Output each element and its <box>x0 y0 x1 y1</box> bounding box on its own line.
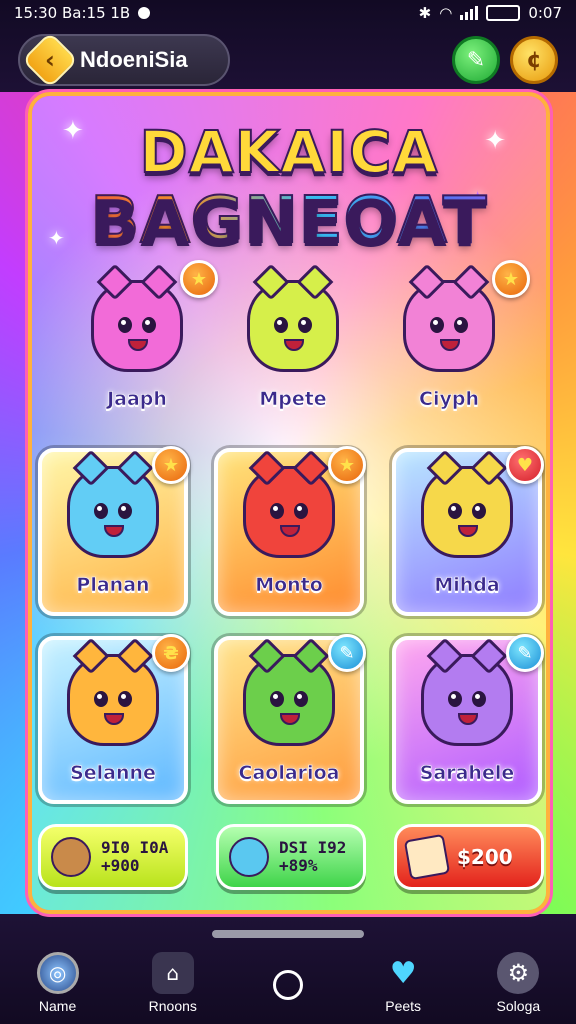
creature-name: Mihda <box>434 574 500 597</box>
creature-card[interactable]: Sarahele ✎ <box>392 634 544 804</box>
signal-icon <box>460 6 479 20</box>
creature-name: Selanne <box>70 762 156 785</box>
reward-line2: +89% <box>279 856 318 875</box>
creature-name: Planan <box>76 574 150 597</box>
creature-name: Ciyph <box>419 388 480 411</box>
reward-button[interactable]: DSI I92 +89% <box>216 824 366 890</box>
nav-item-settings[interactable]: ⚙ Sologa <box>470 952 566 1014</box>
creature-card[interactable]: Caolarioa ✎ <box>214 634 366 804</box>
pet-avatar-icon <box>229 837 269 877</box>
creature-image <box>421 637 513 746</box>
shirt-icon: ⌂ <box>151 952 194 994</box>
edit-button[interactable]: ✎ <box>452 36 500 84</box>
card-badge-icon: ★ <box>152 446 190 484</box>
collection-panel: ✦ ✦ ✦ ✦ DAKAICA BAGNEOAT Jaaph★MpeteCiyp… <box>28 92 550 914</box>
status-bar: 15:30 Ba:15 1B ✱ ◠ 0:07 <box>0 0 576 26</box>
battery-icon <box>486 5 521 21</box>
creature-card[interactable]: Monto ★ <box>214 446 366 616</box>
pencil-icon: ✎ <box>466 47 486 73</box>
creature-image <box>91 263 183 372</box>
reward-line1: 9I0 I0A <box>101 838 169 858</box>
creature-name: Caolarioa <box>238 762 340 785</box>
back-arrow-icon[interactable]: ‹ <box>21 31 79 89</box>
creature-card[interactable]: Mpete <box>218 263 368 434</box>
card-badge-icon: ★ <box>328 446 366 484</box>
creature-name: Sarahele <box>419 762 515 785</box>
banner-title-line2: BAGNEOAT <box>32 183 546 259</box>
home-circle-icon <box>272 970 303 1000</box>
target-icon: ◎ <box>36 952 79 994</box>
header-title: NdoeniSia <box>80 47 188 72</box>
reward-button[interactable]: $200 <box>394 824 544 890</box>
nav-item-home[interactable] <box>240 970 336 1014</box>
creature-card[interactable]: Selanne ₴ <box>38 634 190 804</box>
status-time-left: 15:30 Ba:15 1B <box>14 4 131 22</box>
coin-icon: ¢ <box>526 47 542 73</box>
creature-card[interactable]: Jaaph ★ <box>62 260 218 434</box>
card-badge-icon: ✎ <box>506 634 544 672</box>
wifi-icon: ◠ <box>439 4 453 22</box>
creature-name: Monto <box>255 574 323 597</box>
coin-button[interactable]: ¢ <box>510 36 558 84</box>
creature-name: Jaaph <box>107 388 167 411</box>
heart-icon: ♥ <box>389 955 417 991</box>
creature-card[interactable]: Mihda ♥ <box>392 446 544 616</box>
nav-label: Name <box>38 998 77 1014</box>
creature-name: Mpete <box>259 388 327 411</box>
status-time-right: 0:07 <box>528 4 562 22</box>
card-badge-icon: ✎ <box>328 634 366 672</box>
nav-label: Peets <box>385 998 422 1014</box>
card-badge-icon: ★ <box>180 260 218 298</box>
reward-button[interactable]: 9I0 I0A +900 <box>38 824 188 890</box>
nav-item-rooms[interactable]: ⌂ Rnoons <box>125 952 221 1014</box>
creature-card[interactable]: Ciyph ★ <box>374 260 530 434</box>
pet-avatar-icon <box>51 837 91 877</box>
card-badge-icon: ★ <box>492 260 530 298</box>
scroll-handle[interactable] <box>212 930 364 938</box>
reward-text: DSI I92 +89% <box>279 839 346 874</box>
notification-dot-icon <box>138 7 151 19</box>
card-badge-icon: ♥ <box>506 446 544 484</box>
reward-line1: $200 <box>457 845 513 869</box>
nav-item-name[interactable]: ◎ Name <box>10 952 106 1014</box>
map-icon <box>403 833 451 881</box>
creature-image <box>67 637 159 746</box>
creature-image <box>67 449 159 558</box>
back-pill[interactable]: ‹ NdoeniSia <box>18 31 230 89</box>
creature-card[interactable]: Planan ★ <box>38 446 190 616</box>
creature-image <box>403 263 495 372</box>
bluetooth-icon: ✱ <box>418 4 432 22</box>
creature-image <box>247 263 339 372</box>
bottom-nav: ◎ Name ⌂ Rnoons ♥ Peets ⚙ Sologa <box>0 950 576 1024</box>
card-badge-icon: ₴ <box>152 634 190 672</box>
reward-text: $200 <box>457 846 513 868</box>
gear-icon: ⚙ <box>497 952 540 994</box>
nav-item-pets[interactable]: ♥ Peets <box>355 952 451 1015</box>
reward-line2: +900 <box>101 856 140 875</box>
top-bar: ‹ NdoeniSia ✎ ¢ <box>18 31 558 89</box>
banner-title-line1: DAKAICA <box>139 117 439 187</box>
creature-image <box>243 449 335 558</box>
reward-text: 9I0 I0A +900 <box>101 839 168 874</box>
creature-image <box>421 449 513 558</box>
creature-image <box>243 637 335 746</box>
reward-line1: DSI I92 <box>279 838 347 858</box>
nav-label: Sologa <box>496 998 541 1014</box>
nav-label: Rnoons <box>148 998 197 1014</box>
